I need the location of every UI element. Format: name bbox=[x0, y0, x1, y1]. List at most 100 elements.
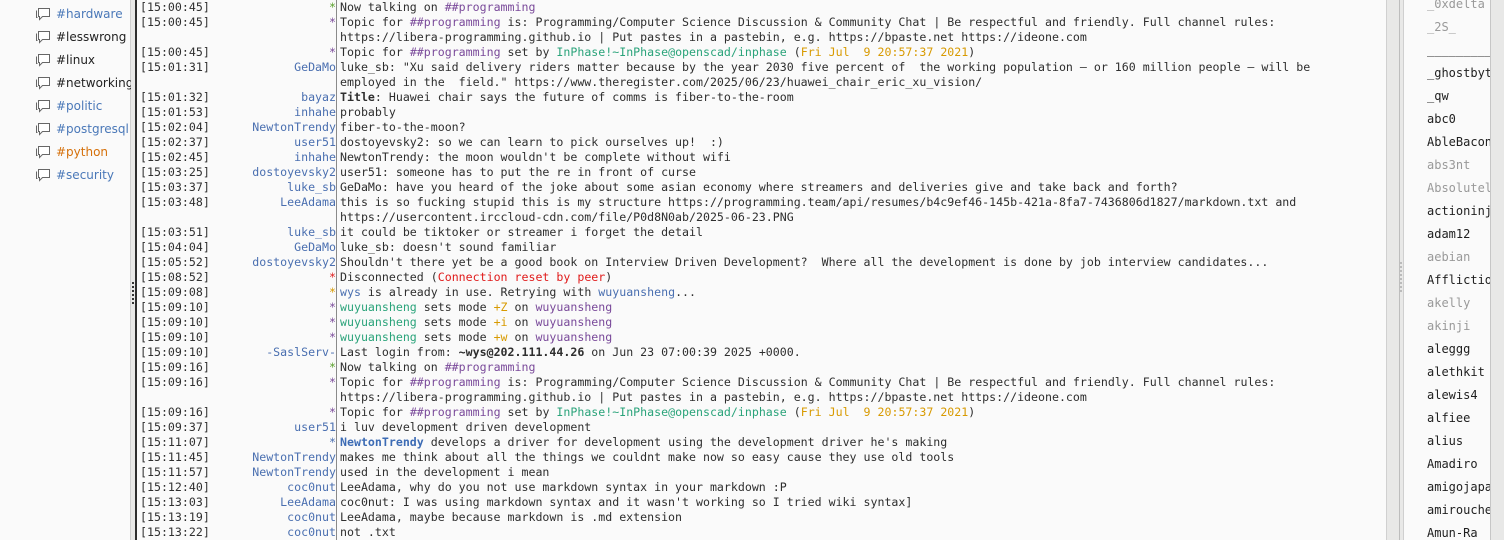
nick[interactable]: * bbox=[329, 300, 336, 315]
nick[interactable]: GeDaMo bbox=[294, 240, 336, 255]
user-list-item[interactable]: Amun-Ra bbox=[1427, 523, 1478, 540]
nick[interactable]: NewtonTrendy bbox=[252, 120, 336, 135]
user-list-item[interactable]: amigojapa bbox=[1427, 477, 1490, 497]
message-segment: sets mode bbox=[416, 300, 494, 314]
user-list-item[interactable]: abs3nt bbox=[1427, 155, 1470, 175]
chat-line: [15:13:03] LeeAdama coc0nut: I was using m… bbox=[137, 495, 1386, 510]
nick[interactable]: inhahe bbox=[294, 150, 336, 165]
chat-line: [15:09:10] * wuyuansheng sets mode +i on w… bbox=[137, 315, 1386, 330]
chat-bubble-icon bbox=[35, 99, 52, 113]
user-list-item[interactable]: _qw bbox=[1427, 86, 1449, 106]
nick[interactable]: * bbox=[329, 0, 336, 15]
message-segment: ##programming bbox=[409, 45, 501, 59]
chat-scrollbar[interactable] bbox=[1386, 0, 1400, 540]
nick[interactable]: * bbox=[329, 360, 336, 375]
nick[interactable]: * bbox=[329, 15, 336, 30]
user-list-item[interactable]: Afflictio bbox=[1427, 270, 1490, 290]
chat-bubble-icon bbox=[35, 145, 52, 159]
user-list-item[interactable]: alius bbox=[1427, 431, 1463, 451]
message-segment: GeDaMo: have you heard of the joke about… bbox=[340, 180, 1178, 194]
channel-item[interactable]: #linux bbox=[35, 50, 131, 70]
user-list-item[interactable]: Absolutel bbox=[1427, 178, 1490, 198]
user-list-item[interactable]: __________ bbox=[1427, 40, 1490, 60]
nick[interactable]: * bbox=[329, 405, 336, 420]
nick[interactable]: * bbox=[329, 315, 336, 330]
user-list-item[interactable]: akelly bbox=[1427, 293, 1470, 313]
nick[interactable]: -SaslServ- bbox=[266, 345, 336, 360]
user-list-item[interactable]: amirouche bbox=[1427, 500, 1490, 520]
nick[interactable]: LeeAdama bbox=[280, 195, 336, 210]
chat-line: [15:05:52] dostoyevsky2 Shouldn't there ye… bbox=[137, 255, 1386, 270]
nick[interactable]: * bbox=[329, 330, 336, 345]
chat-line: [15:08:52] * Disconnected (Connection rese… bbox=[137, 270, 1386, 285]
nick[interactable]: * bbox=[329, 435, 336, 450]
nick[interactable]: dostoyevsky2 bbox=[252, 255, 336, 270]
user-list-item[interactable]: _ghostbyt bbox=[1427, 63, 1490, 83]
user-list-item[interactable]: _2S_ bbox=[1427, 17, 1456, 37]
message-segment: Topic for bbox=[340, 405, 410, 419]
user-list-item[interactable]: alethkit bbox=[1427, 362, 1485, 382]
channel-item[interactable]: #postgresql bbox=[35, 119, 131, 139]
nick[interactable]: dostoyevsky2 bbox=[252, 165, 336, 180]
chat-line: [15:09:37] user51 i luv development driven… bbox=[137, 420, 1386, 435]
channel-item[interactable]: #hardware bbox=[35, 4, 131, 24]
nick[interactable]: NewtonTrendy bbox=[252, 465, 336, 480]
channel-item[interactable]: #python bbox=[35, 142, 131, 162]
message-segment: ##programming bbox=[409, 15, 501, 29]
chat-line: [15:11:07] * NewtonTrendy develops a drive… bbox=[137, 435, 1386, 450]
user-list-item[interactable]: akinji bbox=[1427, 316, 1470, 336]
message-segment: on bbox=[507, 300, 536, 314]
message: dostoyevsky2: so we can learn to pick ou… bbox=[340, 135, 724, 150]
message: wuyuansheng sets mode +w on wuyuansheng bbox=[340, 330, 612, 345]
message: makes me think about all the things we c… bbox=[340, 450, 954, 465]
timestamp: [15:00:45] bbox=[140, 0, 210, 14]
nick[interactable]: * bbox=[329, 45, 336, 60]
message: luke_sb: "Xu said delivery riders matter… bbox=[340, 60, 1310, 75]
message-segment: ##programming bbox=[409, 375, 501, 389]
user-list-item[interactable]: Amadiro bbox=[1427, 454, 1478, 474]
user-list-item[interactable]: aleggg bbox=[1427, 339, 1470, 359]
channel-item[interactable]: #networking bbox=[35, 73, 131, 93]
message: GeDaMo: have you heard of the joke about… bbox=[340, 180, 1178, 195]
nick[interactable]: inhahe bbox=[294, 105, 336, 120]
user-list-item[interactable]: actioninj bbox=[1427, 201, 1490, 221]
chat-line: [15:11:45] NewtonTrendy makes me think abo… bbox=[137, 450, 1386, 465]
chat-line: [15:04:04] GeDaMo luke_sb: doesn't sound f… bbox=[137, 240, 1386, 255]
nick[interactable]: luke_sb bbox=[287, 225, 336, 240]
message-segment: wuyuansheng bbox=[535, 315, 613, 329]
nick[interactable]: LeeAdama bbox=[280, 495, 336, 510]
user-list-item[interactable]: adam12 bbox=[1427, 224, 1470, 244]
user-list-item[interactable]: AbleBacon bbox=[1427, 132, 1490, 152]
chat-bubble-icon bbox=[35, 168, 52, 182]
user-list-item[interactable]: _0xdelta bbox=[1427, 0, 1485, 14]
userlist-resize-handle[interactable] bbox=[1400, 262, 1402, 292]
nick[interactable]: coc0nut bbox=[287, 480, 336, 495]
channel-item[interactable]: #politic bbox=[35, 96, 131, 116]
nick[interactable]: GeDaMo bbox=[294, 60, 336, 75]
message: NewtonTrendy: the moon wouldn't be compl… bbox=[340, 150, 731, 165]
message: user51: someone has to put the re in fro… bbox=[340, 165, 696, 180]
message-segment: i luv development driven development bbox=[340, 420, 592, 434]
nick[interactable]: coc0nut bbox=[287, 510, 336, 525]
user-list-item[interactable]: alfiee bbox=[1427, 408, 1470, 428]
nick[interactable]: * bbox=[329, 375, 336, 390]
user-list-item[interactable]: abc0 bbox=[1427, 109, 1456, 129]
nick[interactable]: bayaz bbox=[301, 90, 336, 105]
nick[interactable]: user51 bbox=[294, 135, 336, 150]
chat-line: [15:02:04] NewtonTrendy fiber-to-the-moon? bbox=[137, 120, 1386, 135]
nick[interactable]: coc0nut bbox=[287, 525, 336, 540]
nick[interactable]: luke_sb bbox=[287, 180, 336, 195]
channel-item[interactable]: #security bbox=[35, 165, 131, 185]
userlist-scrollbar[interactable] bbox=[1490, 0, 1504, 540]
message-segment: set by bbox=[500, 405, 557, 419]
user-list-item[interactable]: alewis4 bbox=[1427, 385, 1478, 405]
user-list-item[interactable]: aebian bbox=[1427, 247, 1470, 267]
nick[interactable]: * bbox=[329, 285, 336, 300]
nick[interactable]: NewtonTrendy bbox=[252, 450, 336, 465]
message-segment: +Z bbox=[493, 300, 508, 314]
sidebar-resize-handle[interactable] bbox=[132, 282, 134, 304]
nick[interactable]: user51 bbox=[294, 420, 336, 435]
message-segment: Disconnected ( bbox=[340, 270, 438, 284]
channel-item[interactable]: #lesswrong bbox=[35, 27, 131, 47]
nick[interactable]: * bbox=[329, 270, 336, 285]
